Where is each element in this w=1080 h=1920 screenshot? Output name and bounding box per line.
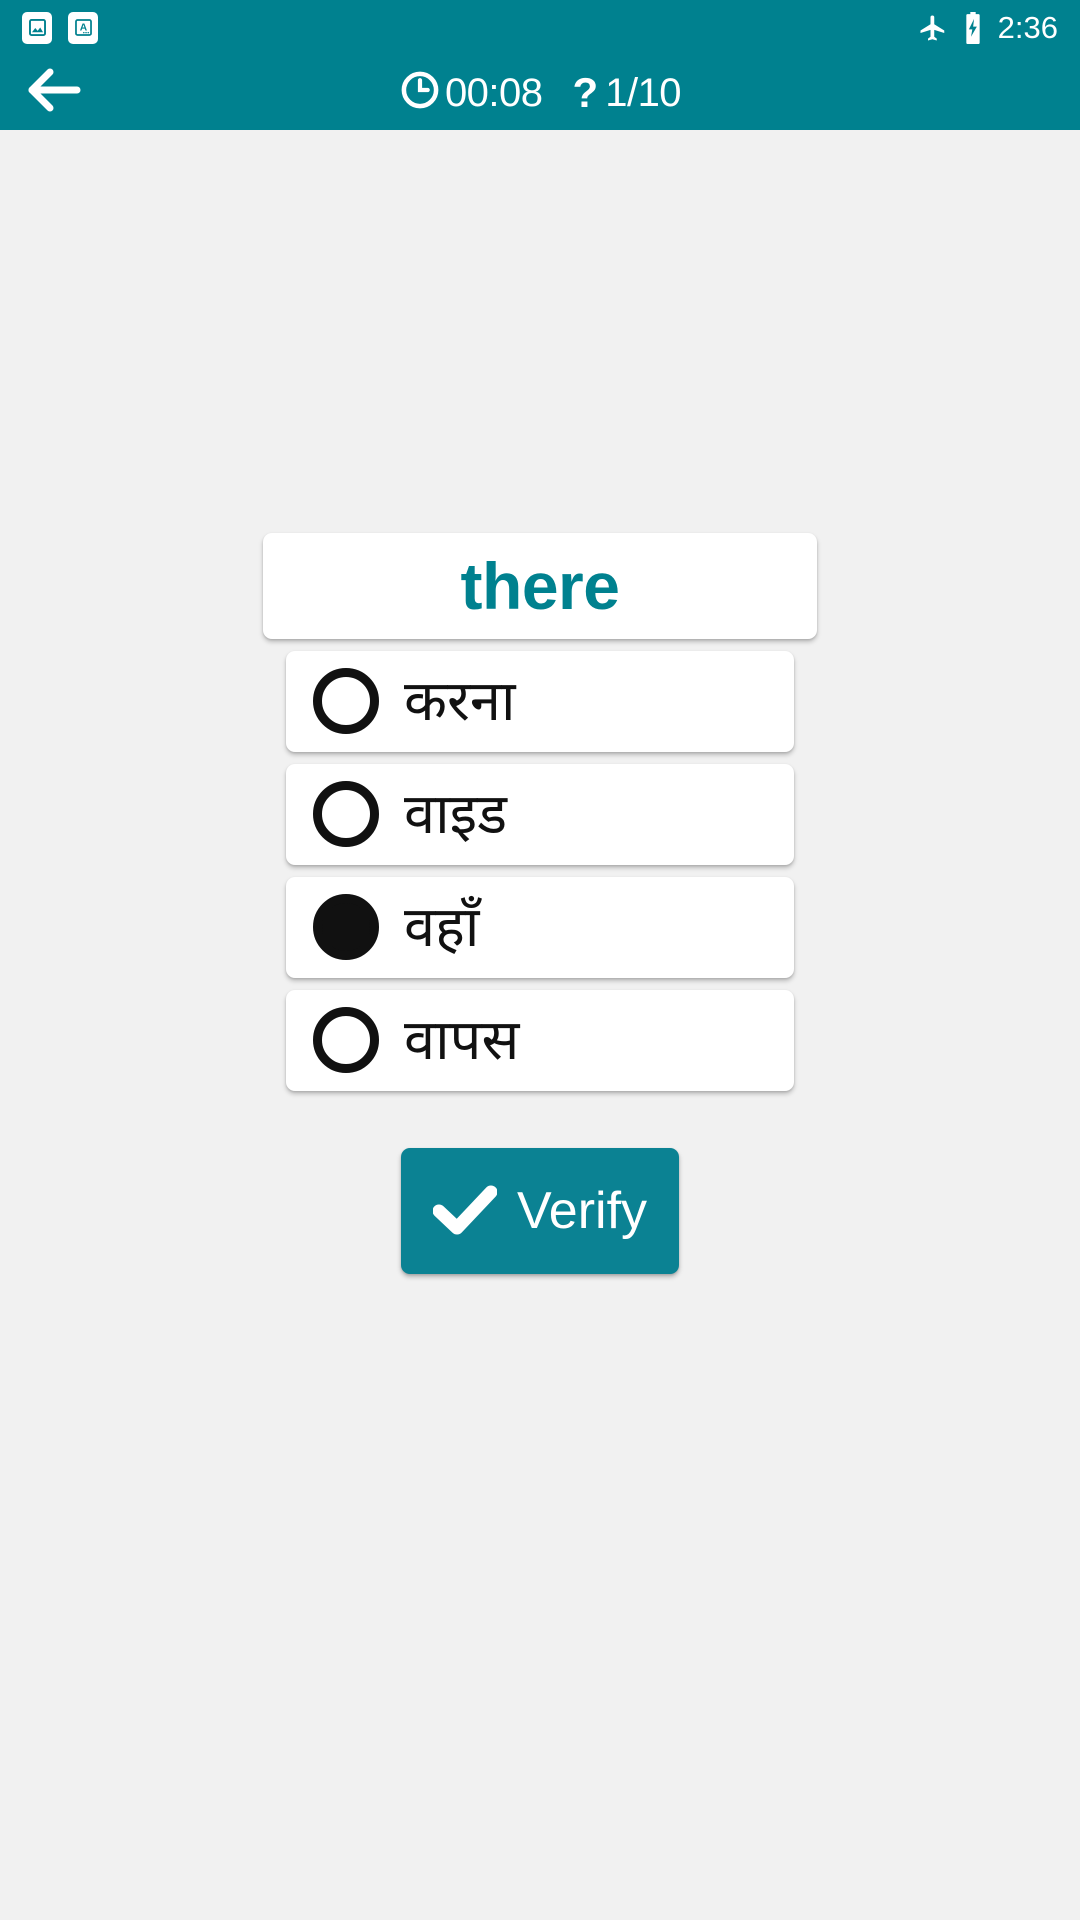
question-progress-indicator: ? 1/10 (572, 68, 682, 116)
airplane-mode-icon (918, 13, 948, 43)
translate-notification-icon: A (68, 11, 98, 44)
verify-button-label: Verify (516, 1181, 648, 1240)
app-bar-center: 00:08 ? 1/10 (399, 68, 682, 116)
battery-charging-icon (962, 11, 984, 44)
image-notification-icon (22, 11, 52, 44)
question-progress-value: 1/10 (605, 70, 682, 115)
answer-options-list: करना वाइड वहाँ वापस (286, 650, 794, 1091)
status-bar-right: 2:36 (918, 10, 1058, 45)
timer-value: 00:08 (444, 70, 543, 115)
answer-option-1[interactable]: करना (286, 650, 794, 752)
answer-option-label: करना (404, 668, 516, 732)
answer-option-4[interactable]: वापस (286, 989, 794, 1091)
answer-option-3[interactable]: वहाँ (286, 876, 794, 978)
radio-button-selected-icon[interactable] (313, 894, 379, 960)
answer-option-2[interactable]: वाइड (286, 763, 794, 865)
answer-option-label: वाइड (404, 781, 508, 845)
back-button[interactable] (16, 57, 88, 129)
app-bar: 00:08 ? 1/10 (0, 55, 1080, 130)
app-screen: A 2:36 00:08 ? 1/10 there करना वाइड वहाँ… (0, 0, 1080, 1920)
question-mark-icon: ? (572, 68, 599, 116)
status-bar-clock: 2:36 (997, 10, 1058, 45)
radio-button-unselected-icon[interactable] (313, 668, 379, 734)
status-bar: A 2:36 (0, 0, 1080, 55)
question-card: there (263, 532, 817, 639)
timer-indicator: 00:08 (399, 69, 543, 116)
answer-option-label: वापस (404, 1007, 520, 1071)
question-word: there (460, 548, 620, 623)
quiz-content: there करना वाइड वहाँ वापस Verify (0, 130, 1080, 1920)
clock-icon (399, 69, 441, 116)
verify-button[interactable]: Verify (401, 1147, 679, 1274)
radio-button-unselected-icon[interactable] (313, 781, 379, 847)
arrow-left-icon (22, 66, 82, 119)
checkmark-icon (432, 1183, 498, 1238)
answer-option-label: वहाँ (404, 894, 480, 958)
status-bar-left: A (22, 11, 98, 44)
radio-button-unselected-icon[interactable] (313, 1007, 379, 1073)
quiz-container: there करना वाइड वहाँ वापस Verify (0, 532, 1080, 1274)
